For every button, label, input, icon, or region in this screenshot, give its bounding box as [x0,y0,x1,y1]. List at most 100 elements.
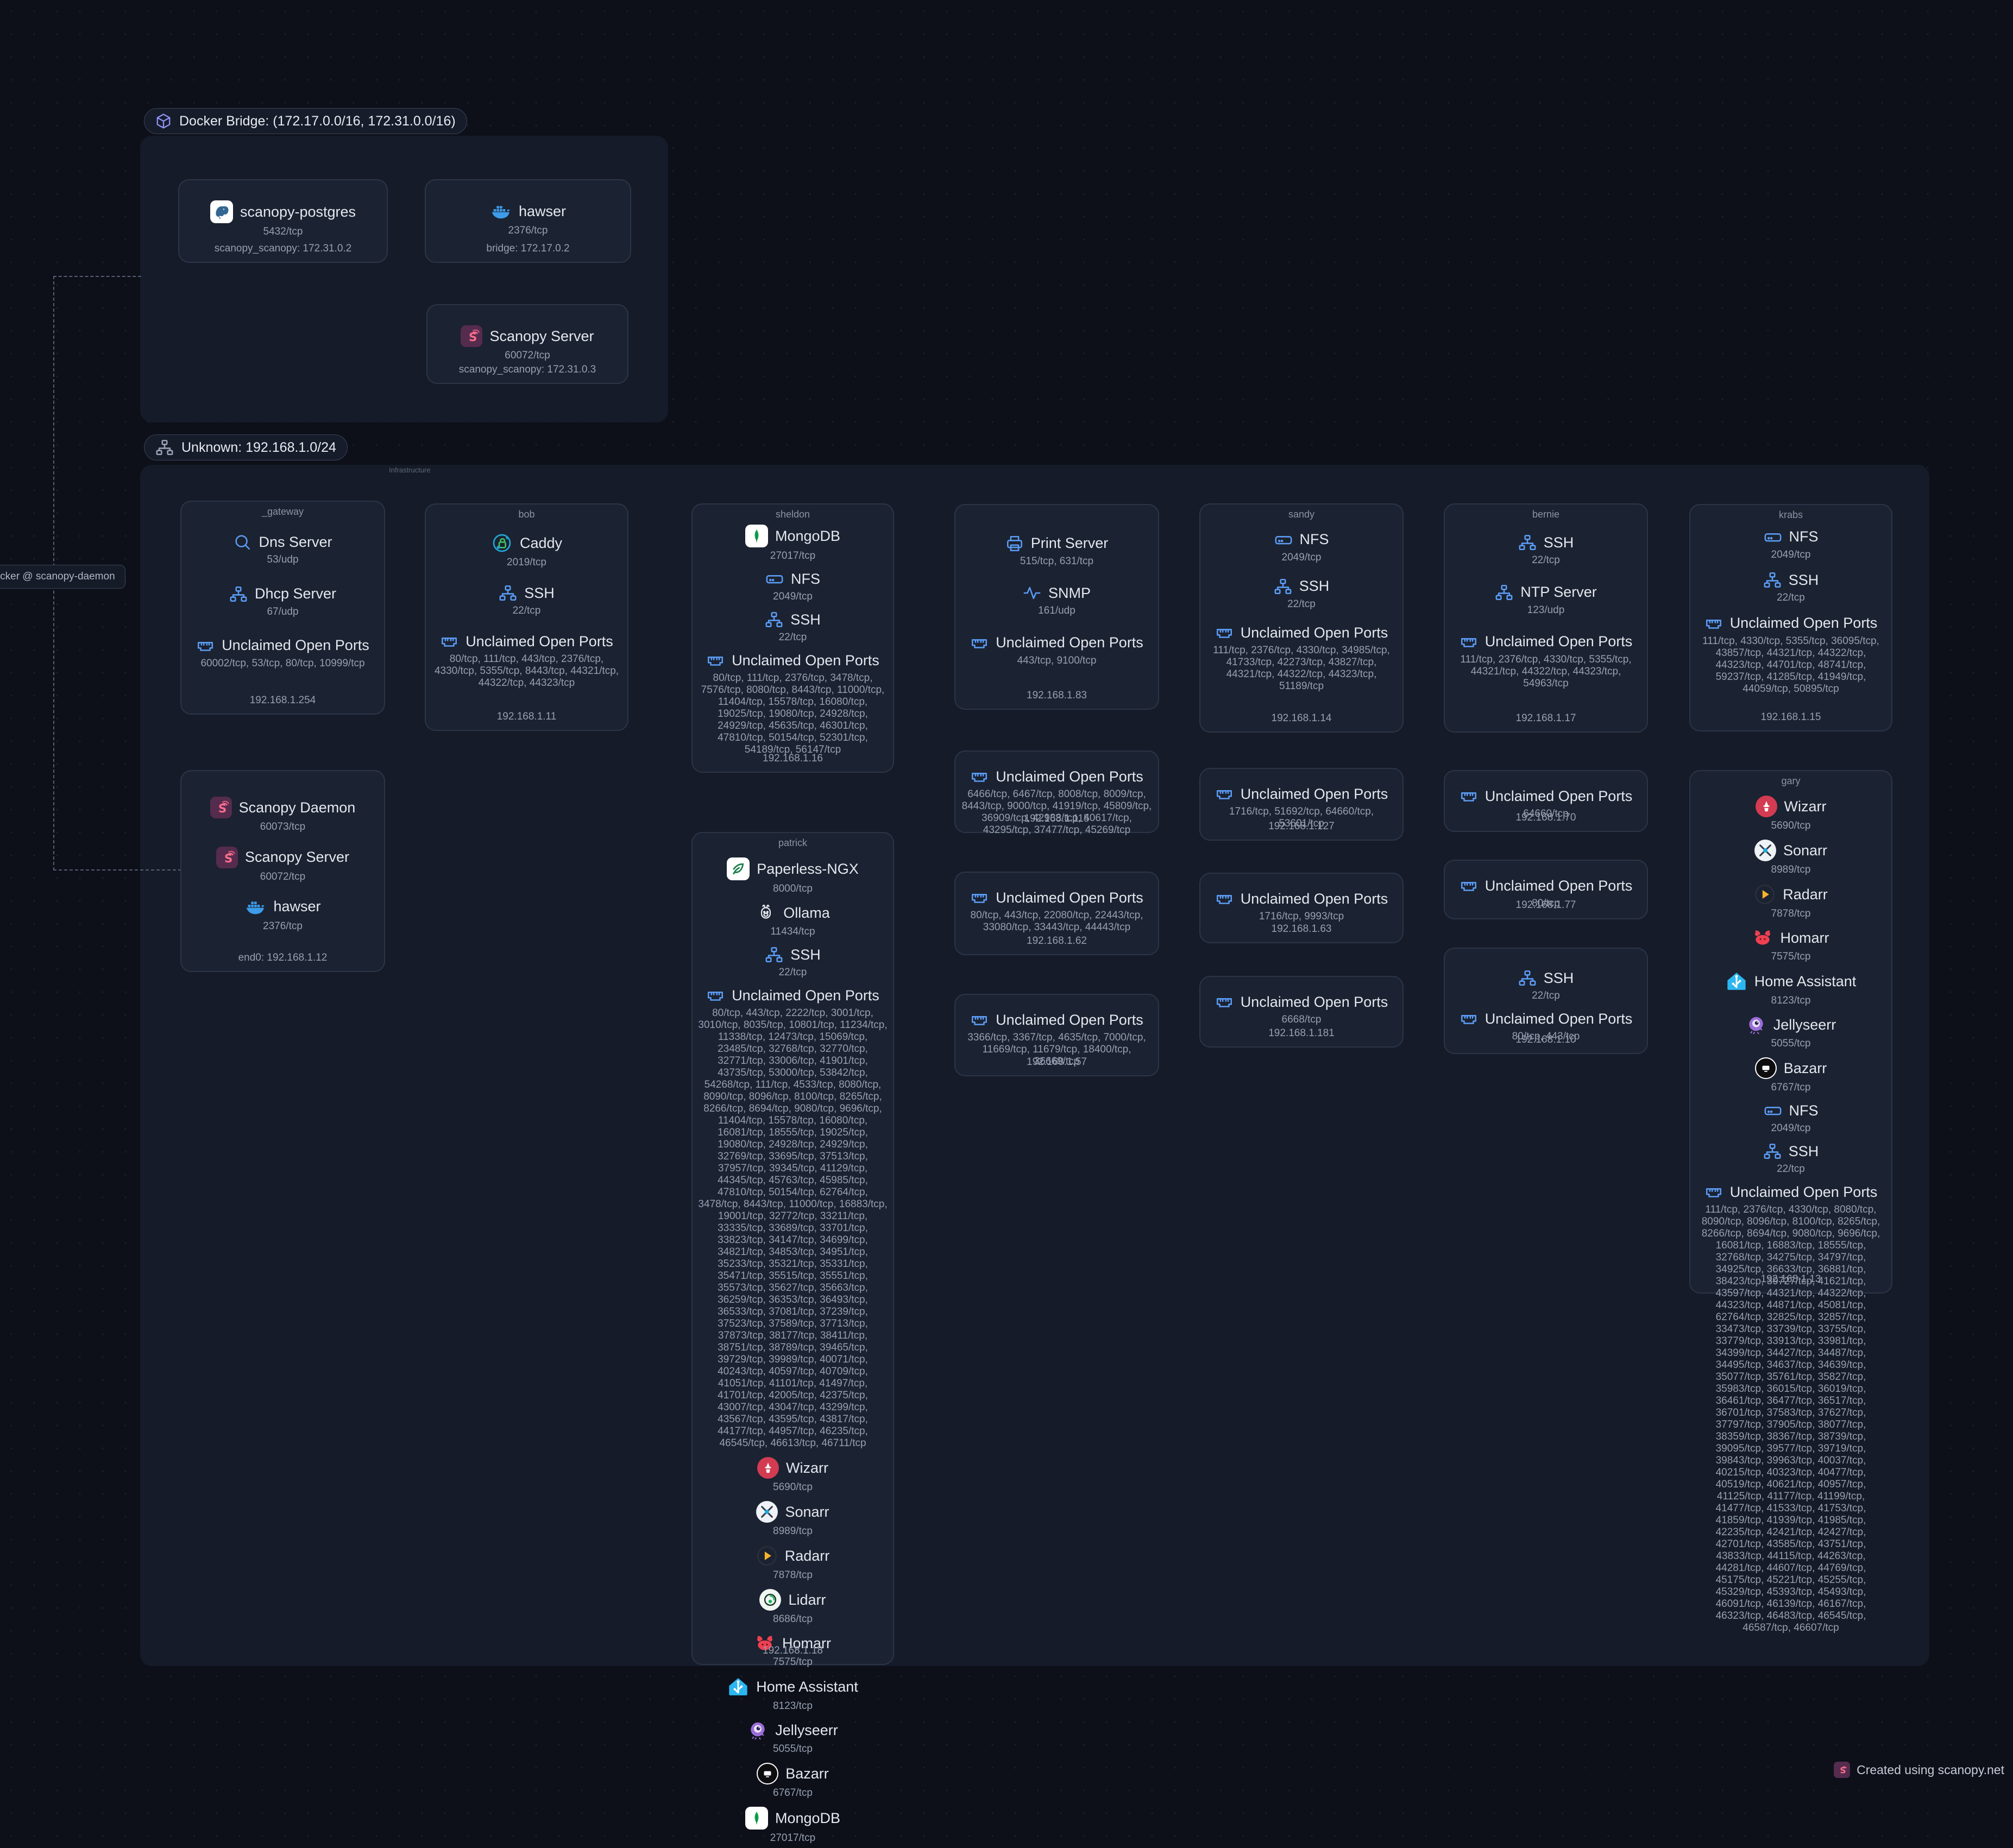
host-card-krabs[interactable]: krabsNFS2049/tcpSSH22/tcpUnclaimed Open … [1689,504,1892,731]
service-nfs: NFS2049/tcp [1764,1101,1819,1134]
service-name: Unclaimed Open Ports [1730,1184,1878,1201]
service-name: Dhcp Server [255,585,336,602]
service-ports: 80/tcp, 111/tcp, 443/tcp, 2376/tcp, 4330… [431,653,622,689]
ethernet-icon [196,636,215,655]
service-sonarr: Sonarr8989/tcp [1754,840,1827,876]
service-name: Unclaimed Open Ports [1241,625,1388,641]
group-label: Docker Bridge: (172.17.0.0/16, 172.31.0.… [179,113,456,129]
card-ip: 192.168.1.83 [955,690,1158,702]
service-name: Radarr [785,1548,830,1565]
network-icon [1518,969,1537,987]
service-unclaimed-open-ports: Unclaimed Open Ports111/tcp, 2376/tcp, 4… [1450,633,1641,690]
service-name: Scanopy Server [489,328,594,345]
service-ports: 80/tcp, 111/tcp, 2376/tcp, 3478/tcp, 757… [697,672,889,756]
service-scanopy-postgres: scanopy-postgres5432/tcp [210,200,356,238]
host-label: sandy [1200,509,1402,520]
card-ip: 192.168.1.62 [955,935,1158,947]
ethernet-icon [970,634,989,652]
ethernet-icon [970,1011,989,1029]
service-dns-server: Dns Server53/udp [233,533,332,566]
sonarr-icon [1754,840,1776,861]
service-unclaimed-open-ports: Unclaimed Open Ports80/tcp, 111/tcp, 237… [697,651,889,756]
host-card-u57[interactable]: Unclaimed Open Ports3366/tcp, 3367/tcp, … [954,994,1159,1076]
service-unclaimed-open-ports: Unclaimed Open Ports1716/tcp, 9993/tcp [1215,890,1388,923]
group-label: Unknown: 192.168.1.0/24 [181,440,336,456]
service-name: scanopy-postgres [240,204,356,220]
caddy-icon [491,532,513,554]
service-unclaimed-open-ports: Unclaimed Open Ports80/tcp, 443/tcp, 220… [961,888,1153,934]
service-unclaimed-open-ports: Unclaimed Open Ports443/tcp, 9100/tcp [970,634,1143,667]
edge-label-docker-daemon: docker @ scanopy-daemon [0,565,125,589]
docker-edge-line-bottom [53,869,181,871]
service-ports: 5055/tcp [1771,1038,1811,1050]
sonarr-icon [756,1501,778,1523]
service-ports: 123/udp [1527,604,1565,616]
service-name: Homarr [1780,930,1829,947]
service-ssh: SSH22/tcp [1274,577,1330,610]
card-ip: 192.168.1.11 [426,711,627,723]
service-name: Scanopy Daemon [239,799,356,816]
service-name: Lidarr [788,1592,826,1609]
printer-icon [1005,534,1024,553]
edge-label-text: docker @ scanopy-daemon [0,571,115,583]
service-ports: 161/udp [1038,605,1075,617]
service-ssh: SSH22/tcp [499,584,555,617]
host-label: krabs [1690,509,1891,521]
host-card-scanopy-postgres[interactable]: scanopy-postgres5432/tcpscanopy_scanopy:… [178,179,388,263]
card-services: SSH22/tcp NTP Server 123/udp Unclaimed Open… [1445,504,1647,731]
postgres-icon [210,200,233,223]
host-card-u115[interactable]: Unclaimed Open Ports6466/tcp, 6467/tcp, … [954,750,1159,833]
service-hawser: hawser2376/tcp [244,896,320,932]
service-ssh: SSH22/tcp [765,610,821,644]
host-card-u63[interactable]: Unclaimed Open Ports1716/tcp, 9993/tcp19… [1199,873,1404,943]
service-name: Unclaimed Open Ports [996,634,1143,651]
card-services: MongoDB27017/tcpNFS2049/tcpSSH22/tcpUncl… [693,504,893,772]
service-wizarr: Wizarr5690/tcp [1756,796,1827,832]
service-ports: 2049/tcp [1771,549,1811,561]
service-ports: 6767/tcp [1771,1082,1811,1094]
wizarr-icon [757,1457,779,1479]
host-card-u62[interactable]: Unclaimed Open Ports80/tcp, 443/tcp, 220… [954,872,1159,955]
paperless-icon [727,857,750,880]
host-card-print-server[interactable]: Print Server515/tcp, 631/tcpSNMP161/udpU… [954,504,1159,710]
card-ip: scanopy_scanopy: 172.31.0.3 [427,364,627,376]
host-card-scanopy-daemon[interactable]: SScanopy Daemon60073/tcpSScanopy Server6… [180,770,385,972]
host-card-bernie[interactable]: bernie SSH22/tcp NTP Server 123/udp Unclaime… [1444,503,1648,733]
host-card-u181[interactable]: Unclaimed Open Ports6668/tcp192.168.1.18… [1199,976,1404,1048]
network-icon [155,438,174,457]
host-label: _gateway [181,506,384,518]
group-pill-unknown[interactable]: Unknown: 192.168.1.0/24 [144,434,348,461]
host-card-gateway[interactable]: _gatewayDns Server53/udpDhcp Server67/ud… [180,501,385,715]
service-name: Caddy [520,535,562,552]
service-name: Unclaimed Open Ports [465,633,613,650]
group-pill-docker-bridge[interactable]: Docker Bridge: (172.17.0.0/16, 172.31.0.… [144,108,467,134]
service-ssh: SSH22/tcp [1518,533,1574,566]
attribution[interactable]: S Created using scanopy.net [1834,1762,2004,1778]
service-name: SSH [790,947,821,963]
service-name: Wizarr [1784,798,1827,815]
host-card-gary[interactable]: garyWizarr5690/tcpSonarr8989/tcpRadarr78… [1689,770,1892,1294]
card-ip: 192.168.1.127 [1200,821,1402,832]
host-card-sheldon[interactable]: sheldonMongoDB27017/tcpNFS2049/tcpSSH22/… [691,503,894,773]
card-ip: 192.168.1.18 [693,1645,893,1657]
host-card-u70[interactable]: Unclaimed Open Ports64660/tcp192.168.1.7… [1444,770,1648,832]
service-ports: 22/tcp [1777,592,1805,604]
service-name: NTP Server [1520,584,1597,601]
service-ports: 27017/tcp [770,1832,815,1844]
service-mongodb: MongoDB27017/tcp [745,525,840,562]
ethernet-icon [1215,890,1234,908]
host-card-bob[interactable]: bobCaddy2019/tcpSSH22/tcpUnclaimed Open … [425,503,628,731]
host-card-ssh10[interactable]: SSH22/tcpUnclaimed Open Ports80/tcp, 443… [1444,948,1648,1054]
host-card-sandy[interactable]: sandyNFS2049/tcpSSH22/tcpUnclaimed Open … [1199,503,1404,733]
host-label: bernie [1445,509,1647,520]
host-card-patrick[interactable]: patrickPaperless-NGX8000/tcpOllama11434/… [691,832,894,1665]
service-ports: 8989/tcp [773,1525,813,1537]
host-card-u77[interactable]: Unclaimed Open Ports80/tcp192.168.1.77 [1444,860,1648,919]
service-ports: 8123/tcp [1771,995,1811,1007]
host-card-u127[interactable]: Unclaimed Open Ports1716/tcp, 51692/tcp,… [1199,768,1404,841]
card-ip: 192.168.1.70 [1445,812,1647,824]
card-services: Caddy2019/tcpSSH22/tcpUnclaimed Open Por… [426,504,627,730]
host-card-scanopy-server-bridge[interactable]: SScanopy Server60072/tcpscanopy_scanopy:… [426,304,628,384]
service-name: Sonarr [1783,842,1827,859]
host-card-hawser-bridge[interactable]: hawser2376/tcpbridge: 172.17.0.2 [425,179,631,263]
